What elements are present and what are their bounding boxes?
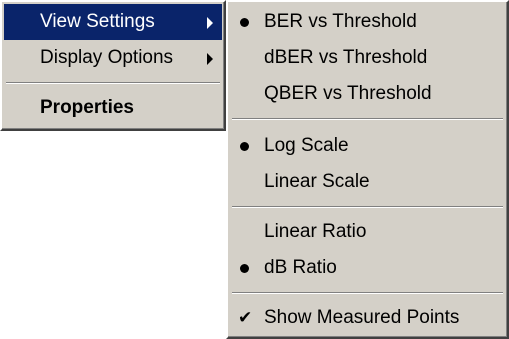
menu-item-ber-vs-threshold[interactable]: BER vs Threshold — [230, 4, 505, 40]
menu-separator — [232, 292, 503, 294]
menu-item-view-settings[interactable]: View Settings — [4, 4, 222, 40]
menu-separator — [232, 118, 503, 120]
menu-item-linear-ratio[interactable]: Linear Ratio — [230, 214, 505, 250]
context-menu: View Settings Display Options Properties — [0, 0, 226, 131]
menu-item-log-scale[interactable]: Log Scale — [230, 128, 505, 164]
menu-item-linear-scale[interactable]: Linear Scale — [230, 164, 505, 200]
menu-item-show-measured-points[interactable]: ✔ Show Measured Points — [230, 300, 505, 336]
menu-item-qber-vs-threshold[interactable]: QBER vs Threshold — [230, 76, 505, 112]
checkmark-icon: ✔ — [238, 308, 253, 327]
menu-separator — [6, 82, 220, 84]
menu-item-label: dBER vs Threshold — [264, 47, 428, 68]
bullet-icon — [240, 18, 249, 27]
menu-item-label: BER vs Threshold — [264, 11, 417, 32]
submenu-arrow-icon — [207, 53, 213, 65]
menu-item-label: Linear Scale — [264, 171, 370, 192]
menu-item-properties[interactable]: Properties — [4, 90, 222, 126]
menu-item-label: Linear Ratio — [264, 221, 367, 242]
menu-separator — [232, 206, 503, 208]
menu-item-label: QBER vs Threshold — [264, 83, 432, 104]
bullet-icon — [240, 142, 249, 151]
menu-item-dber-vs-threshold[interactable]: dBER vs Threshold — [230, 40, 505, 76]
submenu-arrow-icon — [207, 17, 213, 29]
menu-item-label: View Settings — [40, 11, 155, 32]
menu-item-display-options[interactable]: Display Options — [4, 40, 222, 76]
view-settings-submenu: BER vs Threshold dBER vs Threshold QBER … — [226, 0, 509, 339]
menu-item-label: Show Measured Points — [264, 307, 460, 328]
menu-item-label: dB Ratio — [264, 257, 337, 278]
bullet-icon — [240, 264, 249, 273]
menu-item-label: Display Options — [40, 47, 174, 68]
menu-item-label: Properties — [40, 97, 134, 118]
menu-item-db-ratio[interactable]: dB Ratio — [230, 250, 505, 286]
menu-item-label: Log Scale — [264, 135, 349, 156]
